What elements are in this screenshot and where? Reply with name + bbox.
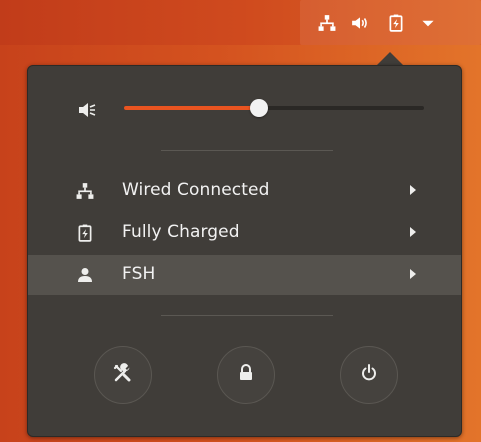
system-indicators[interactable] <box>300 0 481 45</box>
settings-tools-icon <box>112 362 134 388</box>
menu-item-label: FSH <box>122 264 156 284</box>
menu-item-user[interactable]: FSH <box>28 255 461 295</box>
menu-item-label: Fully Charged <box>122 222 240 242</box>
settings-button[interactable] <box>94 346 152 404</box>
separator <box>161 150 333 151</box>
volume-slider[interactable] <box>124 99 424 117</box>
separator <box>161 315 333 316</box>
power-icon <box>358 362 380 388</box>
lock-icon <box>235 362 257 388</box>
volume-row <box>28 66 461 156</box>
volume-slider-fill <box>124 106 259 110</box>
system-menu: Wired Connected Fully Charged FSH <box>27 65 462 437</box>
top-bar <box>0 0 481 45</box>
dropdown-arrow-icon[interactable] <box>418 13 438 33</box>
volume-muted-icon[interactable] <box>76 99 98 121</box>
power-button[interactable] <box>340 346 398 404</box>
network-wired-icon <box>75 181 95 201</box>
menu-item-label: Wired Connected <box>122 180 270 200</box>
menu-pointer <box>376 52 404 66</box>
battery-charging-icon[interactable] <box>386 13 406 33</box>
chevron-right-icon <box>410 227 416 237</box>
battery-charging-icon <box>75 223 95 243</box>
volume-icon[interactable] <box>350 13 370 33</box>
chevron-right-icon <box>410 185 416 195</box>
user-icon <box>75 265 95 285</box>
network-wired-icon[interactable] <box>317 13 337 33</box>
menu-item-wired[interactable]: Wired Connected <box>28 171 461 211</box>
lock-button[interactable] <box>217 346 275 404</box>
volume-slider-handle[interactable] <box>250 99 268 117</box>
menu-item-battery[interactable]: Fully Charged <box>28 213 461 253</box>
chevron-right-icon <box>410 269 416 279</box>
